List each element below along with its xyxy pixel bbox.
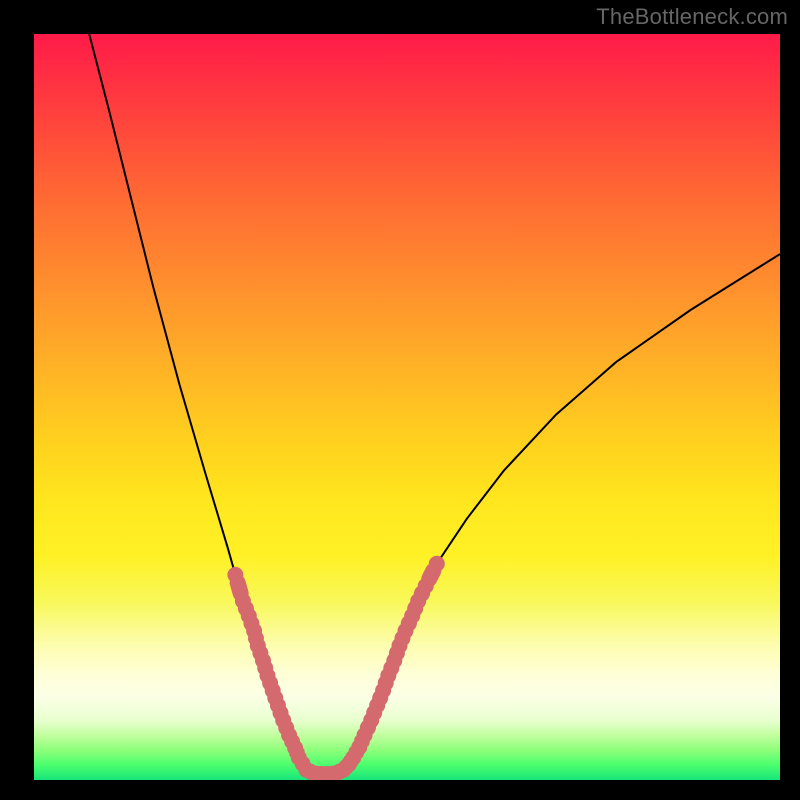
attribution-text: TheBottleneck.com — [596, 4, 788, 30]
plot-area — [34, 34, 780, 780]
left-branch-curve — [89, 34, 314, 773]
highlighted-points — [227, 556, 444, 780]
curve-svg — [34, 34, 780, 780]
chart-frame: TheBottleneck.com — [0, 0, 800, 800]
right-branch-curve — [336, 254, 780, 773]
